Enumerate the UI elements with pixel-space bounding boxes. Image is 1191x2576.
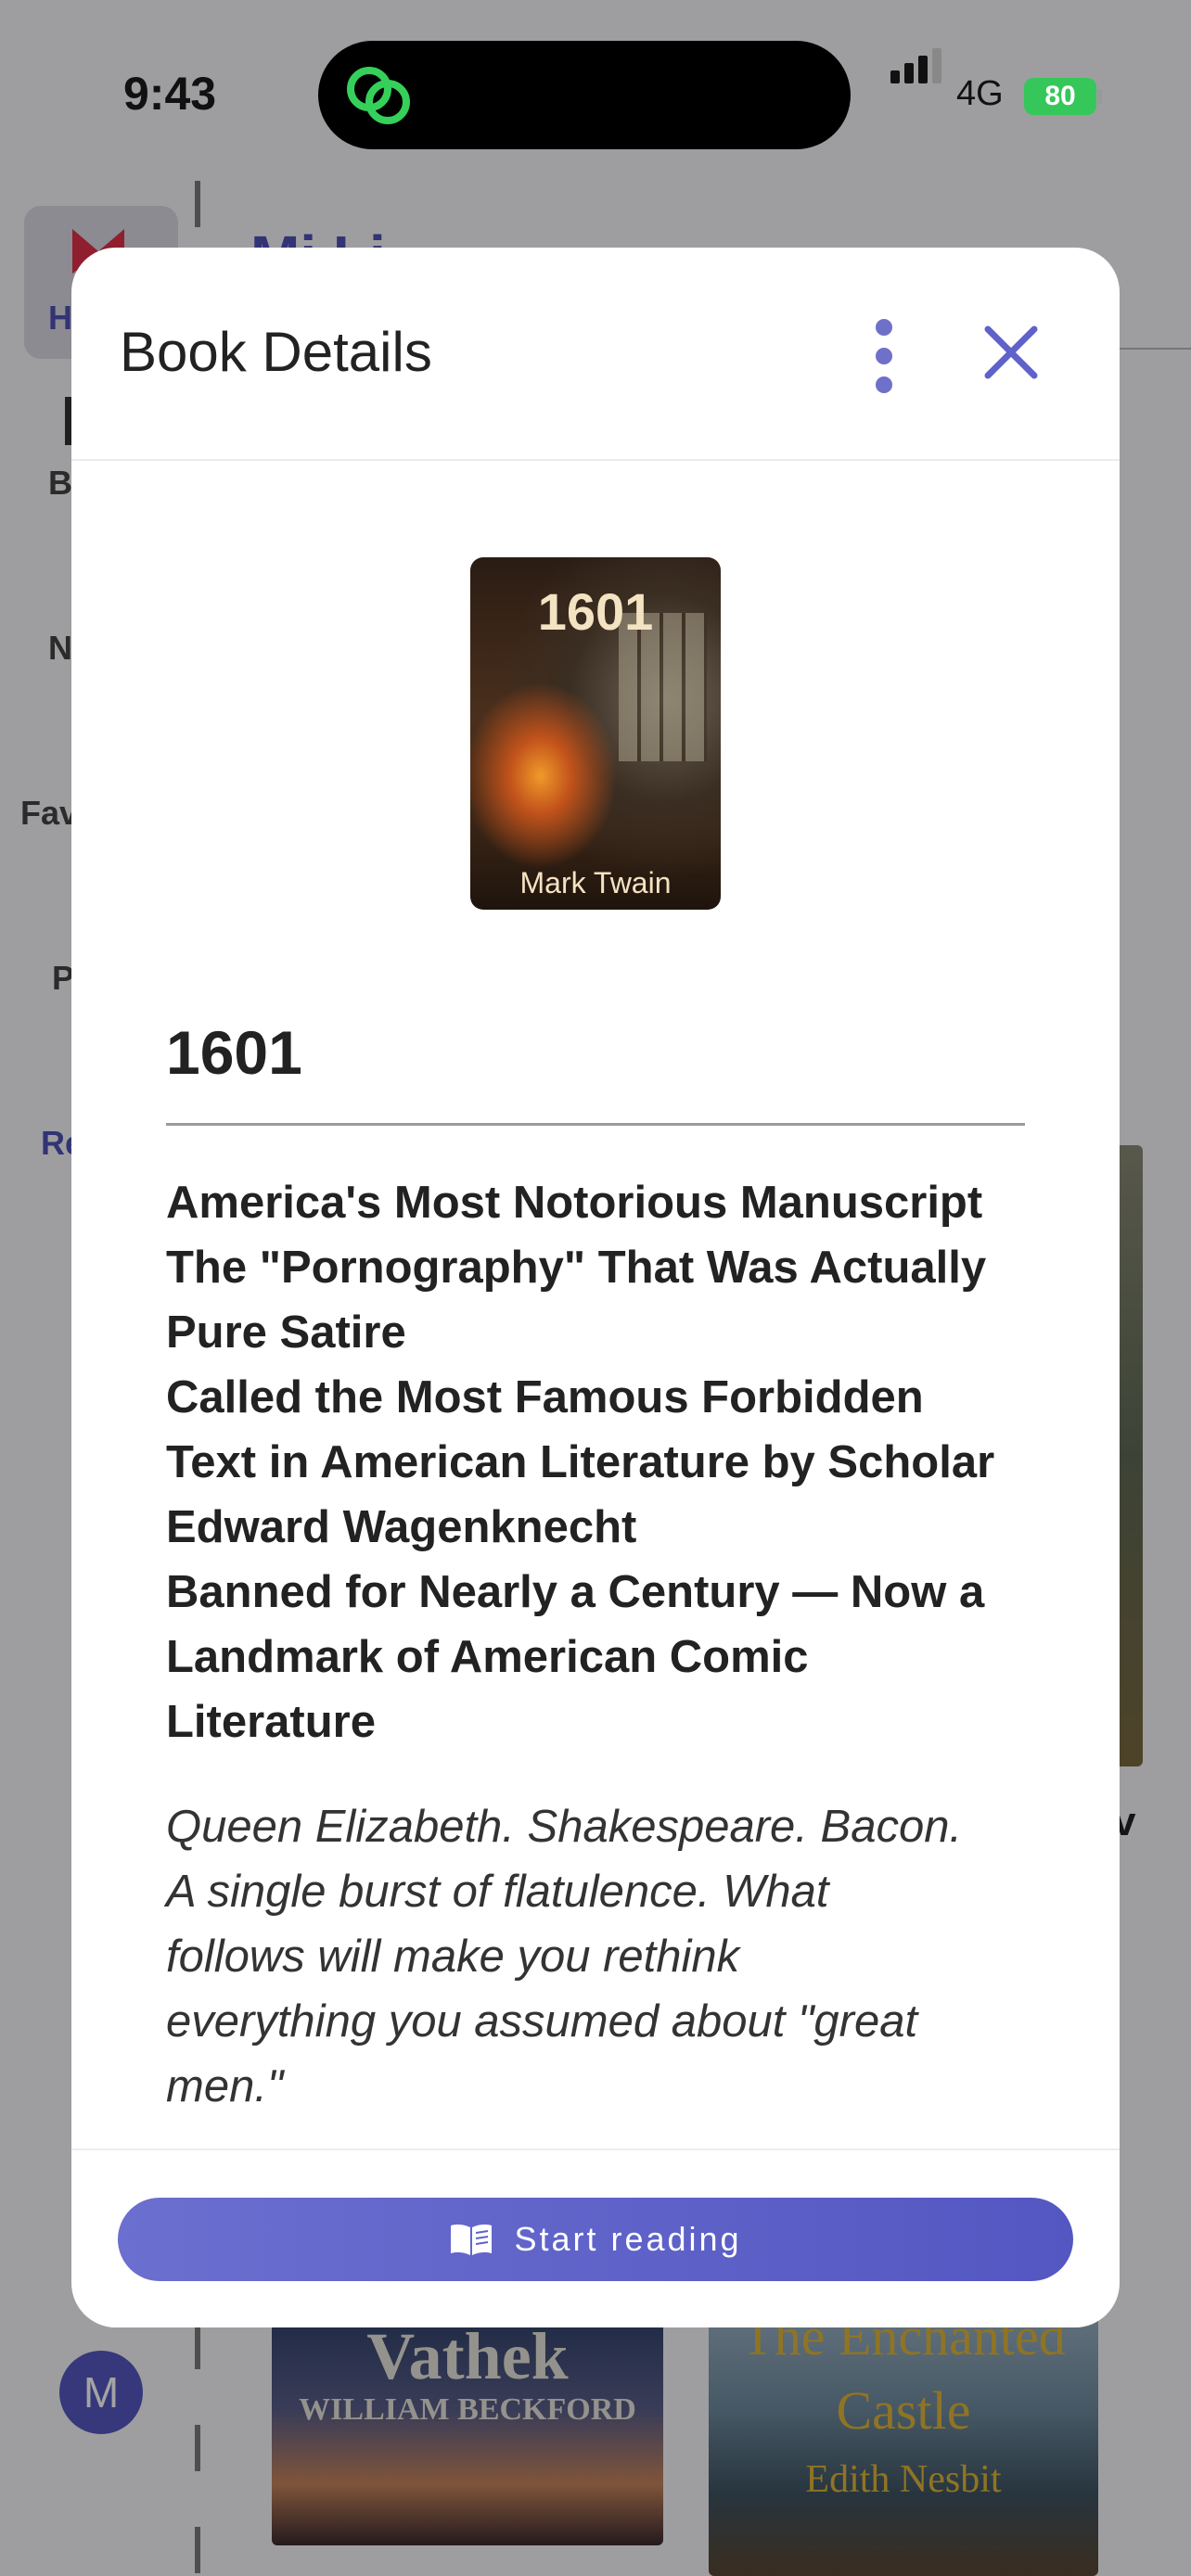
modal-header: Book Details (71, 248, 1120, 461)
dynamic-island (318, 41, 851, 149)
headline-line: Landmark of American Comic (166, 1632, 809, 1682)
footer-divider (71, 2149, 1120, 2150)
title-divider (166, 1123, 1025, 1126)
book-blurb: Queen Elizabeth. Shakespeare. Bacon. A s… (166, 1794, 1038, 2119)
blurb-line: men." (166, 2061, 284, 2111)
headline-line: Text in American Literature by Scholar (166, 1437, 995, 1487)
headline-line: America's Most Notorious Manuscript (166, 1178, 983, 1228)
book-headline: America's Most Notorious Manuscript The … (166, 1170, 1038, 1754)
blurb-line: Queen Elizabeth. Shakespeare. Bacon. (166, 1802, 963, 1852)
linked-rings-icon (347, 67, 410, 124)
cover-title: 1601 (537, 582, 654, 641)
book-cover: 1601 Mark Twain (470, 557, 721, 910)
headline-line: Edward Wagenknecht (166, 1502, 637, 1552)
battery-tip (1097, 89, 1102, 104)
headline-line: Called the Most Famous Forbidden (166, 1372, 924, 1422)
battery-icon: 80 (1024, 78, 1096, 115)
blurb-line: everything you assumed about "great (166, 1996, 918, 2047)
headline-line: Banned for Nearly a Century — Now a (166, 1567, 985, 1617)
blurb-line: follows will make you rethink (166, 1932, 740, 1982)
book-title: 1601 (166, 1018, 302, 1087)
status-time: 9:43 (123, 68, 217, 120)
book-details-modal: Book Details 1601 Mark Twain 1601 Americ… (71, 248, 1120, 2327)
headline-line: The "Pornography" That Was Actually (166, 1243, 987, 1293)
modal-title: Book Details (120, 321, 432, 383)
headline-line: Pure Satire (166, 1307, 406, 1358)
cover-author: Mark Twain (519, 866, 672, 899)
headline-line: Literature (166, 1697, 377, 1747)
more-options-icon[interactable] (860, 319, 906, 393)
close-icon[interactable] (979, 320, 1044, 385)
blurb-line: A single burst of flatulence. What (166, 1867, 829, 1917)
open-book-icon (451, 2224, 493, 2255)
network-type: 4G (956, 74, 1004, 113)
start-reading-button[interactable]: Start reading (118, 2198, 1073, 2281)
start-reading-label: Start reading (514, 2220, 742, 2258)
